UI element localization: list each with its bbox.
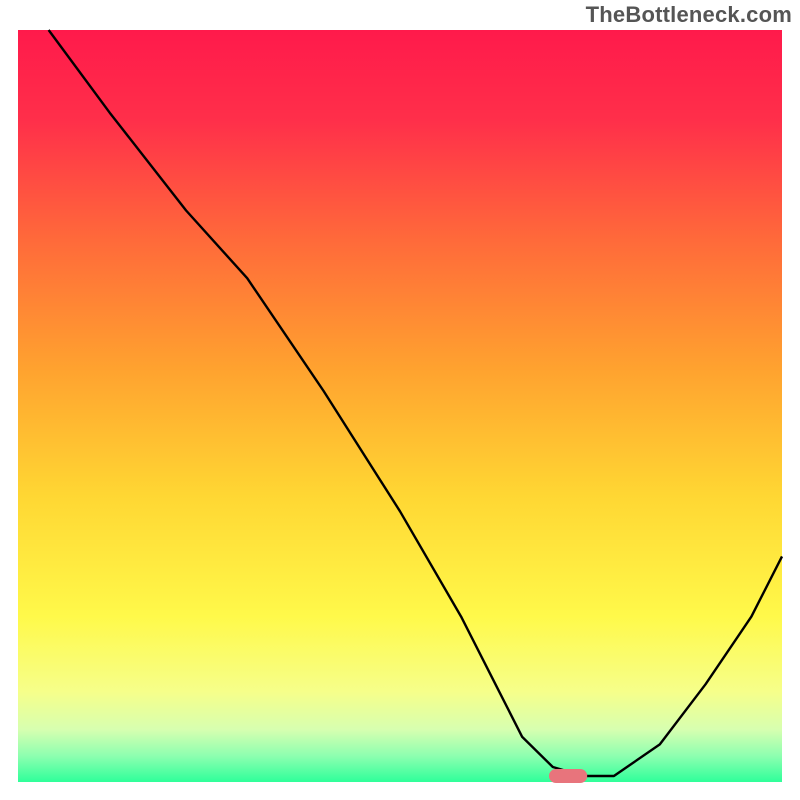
optimum-marker [549, 769, 587, 783]
bottleneck-chart: TheBottleneck.com [0, 0, 800, 800]
chart-svg [0, 0, 800, 800]
watermark-text: TheBottleneck.com [586, 2, 792, 28]
